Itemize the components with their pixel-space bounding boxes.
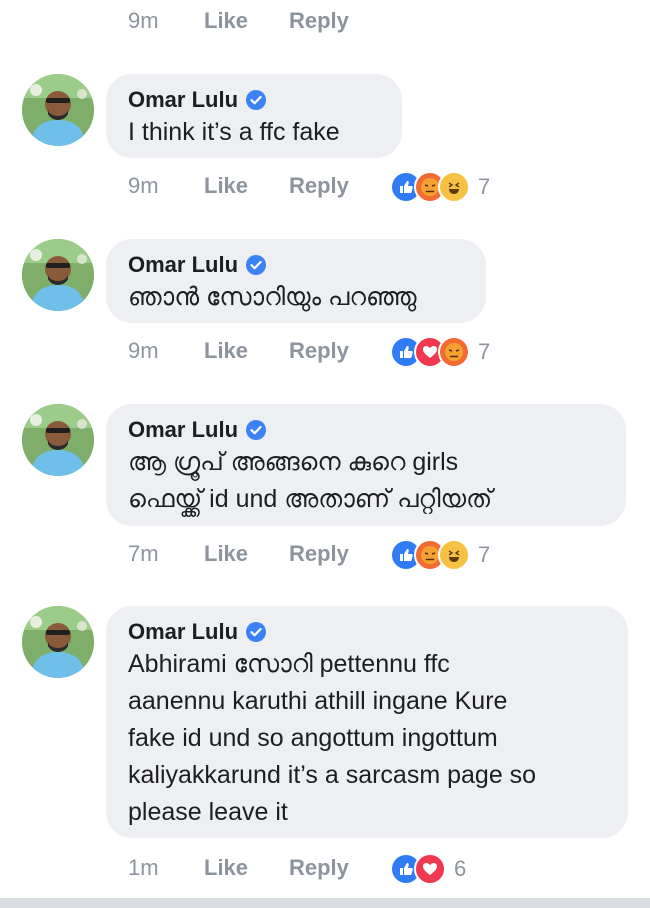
verified-badge-icon: [246, 90, 267, 110]
comment-bubble[interactable]: Omar Lulu I think it’s a ffc fake: [106, 74, 402, 158]
comment-time: 9m: [128, 8, 159, 33]
comment-time: 9m: [128, 173, 159, 198]
avatar[interactable]: [22, 404, 94, 476]
love-icon: [414, 853, 446, 885]
like-button[interactable]: Like: [204, 541, 248, 567]
author-name[interactable]: Omar Lulu: [128, 619, 238, 645]
angry-icon: [438, 336, 470, 368]
reactions-summary[interactable]: 7: [390, 539, 490, 571]
like-button[interactable]: Like: [204, 338, 248, 364]
reply-button[interactable]: Reply: [289, 338, 349, 364]
reply-button[interactable]: Reply: [289, 8, 349, 34]
author-name[interactable]: Omar Lulu: [128, 87, 238, 113]
divider: [0, 898, 650, 908]
comment-time: 7m: [128, 541, 159, 566]
reaction-count: 7: [478, 542, 491, 567]
reactions-summary[interactable]: 6: [390, 853, 466, 885]
like-button[interactable]: Like: [204, 855, 248, 881]
comment-time: 9m: [128, 338, 159, 363]
comment-bubble[interactable]: Omar Lulu ഞാൻ സോറിയും പറഞ്ഞു: [106, 239, 486, 323]
haha-icon: [438, 171, 470, 203]
comment-text: I think it’s a ffc fake: [128, 118, 340, 146]
avatar[interactable]: [22, 239, 94, 311]
comment-text: ആ ഗ്രൂപ് അങ്ങനെ കുറെ girls ഫെയ്ക്ക് id u…: [128, 448, 493, 513]
reaction-count: 7: [478, 339, 491, 364]
verified-badge-icon: [246, 622, 267, 642]
like-button[interactable]: Like: [204, 173, 248, 199]
reaction-count: 6: [454, 856, 467, 881]
haha-icon: [438, 539, 470, 571]
avatar[interactable]: [22, 606, 94, 678]
comment-time: 1m: [128, 855, 159, 880]
reply-button[interactable]: Reply: [289, 855, 349, 881]
reaction-count: 7: [478, 174, 491, 199]
comment-text: Abhirami സോറി pettennu ffc aanennu karut…: [128, 650, 537, 826]
reply-button[interactable]: Reply: [289, 541, 349, 567]
reactions-summary[interactable]: 7: [390, 171, 490, 203]
verified-badge-icon: [246, 420, 267, 440]
reply-button[interactable]: Reply: [289, 173, 349, 199]
comment-bubble[interactable]: Omar Lulu Abhirami സോറി pettennu ffc aan…: [106, 606, 628, 838]
previous-comment-actions: 9m Like Reply: [0, 0, 650, 44]
author-name[interactable]: Omar Lulu: [128, 417, 238, 443]
avatar[interactable]: [22, 74, 94, 146]
verified-badge-icon: [246, 255, 267, 275]
reactions-summary[interactable]: 7: [390, 336, 490, 368]
comment-bubble[interactable]: Omar Lulu ആ ഗ്രൂപ് അങ്ങനെ കുറെ girls ഫെയ…: [106, 404, 626, 526]
like-button[interactable]: Like: [204, 8, 248, 34]
author-name[interactable]: Omar Lulu: [128, 252, 238, 278]
comment-text: ഞാൻ സോറിയും പറഞ്ഞു: [128, 283, 417, 311]
